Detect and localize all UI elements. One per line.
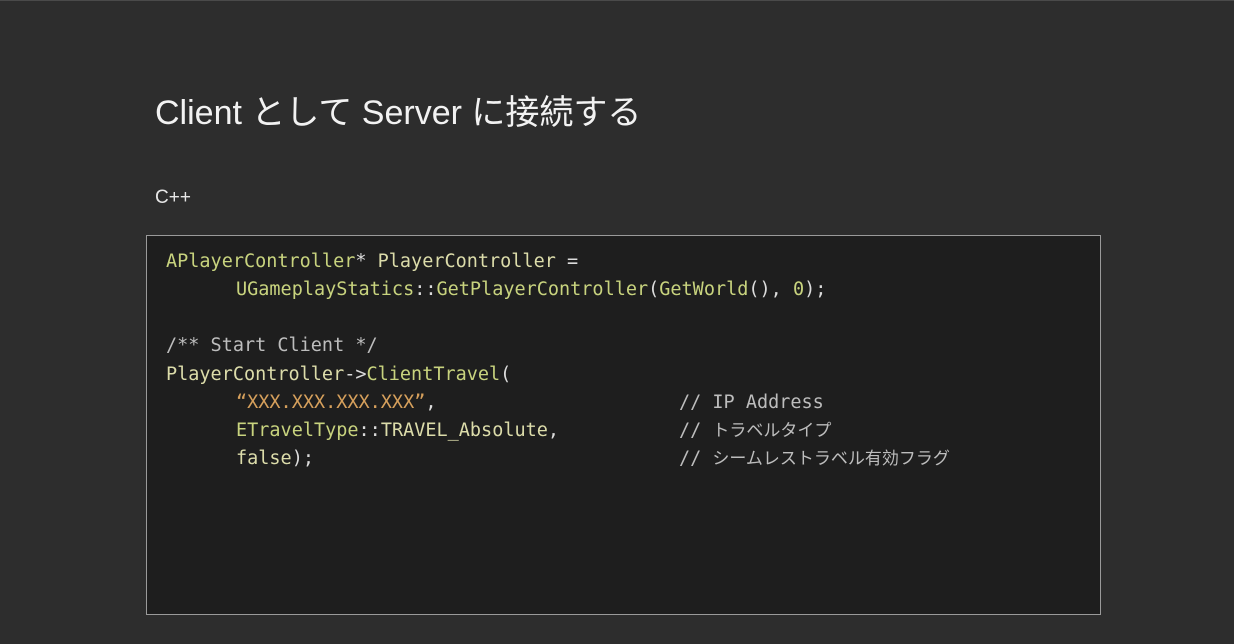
code-line-7: ETravelType::TRAVEL_Absolute, // トラベルタイプ bbox=[166, 419, 1066, 443]
code-token-enum: ETravelType bbox=[236, 420, 359, 441]
code-token-enum-value: TRAVEL_Absolute bbox=[380, 420, 548, 441]
code-token-comma: , bbox=[770, 279, 793, 300]
code-token-close: ); bbox=[804, 279, 827, 300]
code-comment-prefix: // bbox=[679, 448, 713, 469]
code-token-arrow: -> bbox=[344, 364, 367, 385]
slide: Client として Server に接続する C++ APlayerContr… bbox=[0, 0, 1234, 644]
code-token-variable: PlayerController bbox=[377, 251, 556, 272]
code-token-string: “XXX.XXX.XXX.XXX” bbox=[236, 392, 426, 413]
code-line-5: PlayerController->ClientTravel( bbox=[166, 363, 511, 387]
code-comment: // シームレストラベル有効フラグ bbox=[679, 447, 950, 471]
code-comment: /** Start Client */ bbox=[166, 335, 378, 356]
language-label: C++ bbox=[155, 187, 191, 208]
code-comment: // トラベルタイプ bbox=[679, 419, 831, 443]
code-token-class: UGameplayStatics bbox=[236, 279, 415, 300]
code-token-variable: PlayerController bbox=[166, 364, 345, 385]
code-token-close: ); bbox=[291, 448, 314, 469]
code-line-1: APlayerController* PlayerController = bbox=[166, 250, 578, 274]
code-token-comma: , bbox=[547, 420, 560, 441]
code-token-scope: :: bbox=[358, 420, 381, 441]
code-line-6: “XXX.XXX.XXX.XXX”, // IP Address bbox=[166, 391, 1066, 415]
code-token-comma: , bbox=[425, 392, 437, 413]
slide-title: Client として Server に接続する bbox=[155, 94, 642, 132]
code-token-function: GetPlayerController bbox=[436, 279, 649, 300]
code-token-number: 0 bbox=[792, 279, 805, 300]
code-comment-text: シームレストラベル有効フラグ bbox=[712, 449, 950, 469]
code-token-pointer: * bbox=[355, 251, 367, 272]
code-comment: // IP Address bbox=[679, 392, 824, 413]
code-token-keyword: false bbox=[236, 448, 292, 469]
code-token-paren: ( bbox=[500, 364, 512, 385]
code-token-paren: () bbox=[748, 279, 771, 300]
code-token-function: GetWorld bbox=[659, 279, 749, 300]
code-line-8: false); // シームレストラベル有効フラグ bbox=[166, 447, 1066, 471]
code-token-assign: = bbox=[555, 251, 579, 272]
code-token-function: ClientTravel bbox=[366, 364, 501, 385]
code-comment-prefix: // bbox=[679, 420, 713, 441]
code-block: APlayerController* PlayerController = UG… bbox=[146, 235, 1101, 615]
code-comment-text: トラベルタイプ bbox=[712, 421, 832, 441]
code-line-2: UGameplayStatics::GetPlayerController(Ge… bbox=[166, 278, 826, 302]
code-token-scope: :: bbox=[414, 279, 437, 300]
code-line-4: /** Start Client */ bbox=[166, 334, 378, 358]
code-token-type: APlayerController bbox=[166, 251, 356, 272]
code-token-paren: ( bbox=[648, 279, 660, 300]
